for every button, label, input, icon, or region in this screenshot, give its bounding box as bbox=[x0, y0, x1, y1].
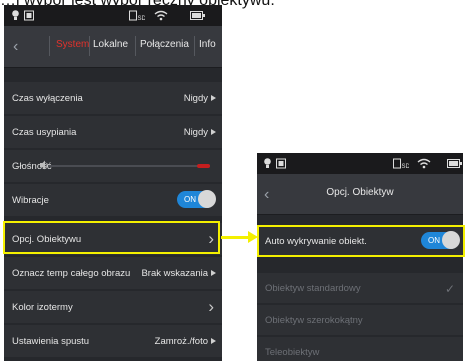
tab-bar: ‹ System Lokalne Połączenia Info bbox=[4, 26, 222, 68]
status-bar: SD bbox=[4, 5, 222, 26]
dropdown-arrow-icon bbox=[211, 338, 216, 344]
highlight-lens-options bbox=[3, 221, 220, 254]
vibration-toggle[interactable]: ON bbox=[177, 190, 216, 208]
title-bar: ‹ Opcj. Obiektyw bbox=[257, 174, 463, 215]
dropdown-arrow-icon bbox=[211, 95, 216, 101]
dropdown-arrow-icon bbox=[211, 270, 216, 276]
row-lens-tele: Teleobiektyw bbox=[257, 337, 463, 361]
row-trigger-settings[interactable]: Ustawienia spustu Zamroż./foto bbox=[4, 325, 222, 357]
row-value: Nigdy bbox=[183, 93, 208, 104]
battery-icon bbox=[190, 11, 205, 20]
volume-slider[interactable] bbox=[48, 164, 210, 168]
row-lens-wide: Obiektyw szerokokątny bbox=[257, 305, 463, 335]
page-title: Opcj. Obiektyw bbox=[326, 187, 394, 198]
row-isotherm-color[interactable]: Kolor izotermy › bbox=[4, 291, 222, 323]
row-volume: Głośność bbox=[4, 150, 222, 182]
tab-local[interactable]: Lokalne bbox=[93, 39, 128, 50]
status-bar: SD bbox=[257, 153, 463, 174]
wifi-icon bbox=[417, 158, 431, 169]
back-arrow-icon[interactable]: ‹ bbox=[13, 38, 18, 56]
highlight-auto-detect bbox=[257, 225, 465, 257]
battery-icon bbox=[447, 159, 462, 168]
row-lens-standard: Obiektyw standardowy ✓ bbox=[257, 273, 463, 303]
toggle-state: ON bbox=[184, 195, 196, 204]
row-label: Ustawienia spustu bbox=[12, 336, 90, 347]
row-label: Oznacz temp całego obrazu bbox=[12, 268, 131, 279]
row-label: Czas wyłączenia bbox=[12, 93, 83, 104]
volume-slider-fill bbox=[197, 164, 210, 168]
row-value: Brak wskazania bbox=[141, 268, 208, 279]
svg-text:SD: SD bbox=[402, 164, 410, 169]
pointer-arrow-line bbox=[221, 236, 250, 239]
toggle-knob bbox=[198, 190, 216, 208]
bulb-icon bbox=[12, 10, 19, 20]
checkmark-icon: ✓ bbox=[444, 282, 455, 296]
row-label: Teleobiektyw bbox=[265, 347, 320, 358]
row-value: Nigdy bbox=[183, 127, 208, 138]
row-vibration: Wibracje ON bbox=[4, 184, 222, 216]
row-label: Obiektyw szerokokątny bbox=[265, 315, 363, 326]
row-label: Kolor izotermy bbox=[12, 302, 73, 313]
dropdown-arrow-icon bbox=[211, 129, 216, 135]
wifi-icon bbox=[154, 10, 168, 21]
gallery-icon bbox=[276, 158, 286, 169]
svg-text:SD: SD bbox=[138, 16, 146, 21]
gallery-icon bbox=[24, 10, 34, 21]
bulb-icon bbox=[264, 158, 271, 168]
tab-connections[interactable]: Połączenia bbox=[140, 39, 189, 50]
sd-card-icon: SD bbox=[129, 10, 145, 21]
lens-options-screen: SD ‹ Opcj. Obiektyw Auto wykrywanie obie… bbox=[257, 153, 463, 361]
settings-screen: SD ‹ System Lokalne Połączenia Info Czas… bbox=[4, 5, 222, 361]
tab-system[interactable]: System bbox=[56, 39, 89, 50]
chevron-right-icon: › bbox=[208, 297, 214, 316]
row-mark-temp[interactable]: Oznacz temp całego obrazu Brak wskazania bbox=[4, 257, 222, 289]
sd-card-icon: SD bbox=[393, 158, 409, 169]
row-label: Czas usypiania bbox=[12, 127, 77, 138]
tab-info[interactable]: Info bbox=[199, 39, 216, 50]
row-shutdown-time[interactable]: Czas wyłączenia Nigdy bbox=[4, 82, 222, 114]
row-label: Obiektyw standardowy bbox=[265, 283, 361, 294]
row-label: Wibracje bbox=[12, 195, 49, 206]
row-value: Zamroż./foto bbox=[154, 336, 208, 347]
row-sleep-time[interactable]: Czas usypiania Nigdy bbox=[4, 116, 222, 148]
